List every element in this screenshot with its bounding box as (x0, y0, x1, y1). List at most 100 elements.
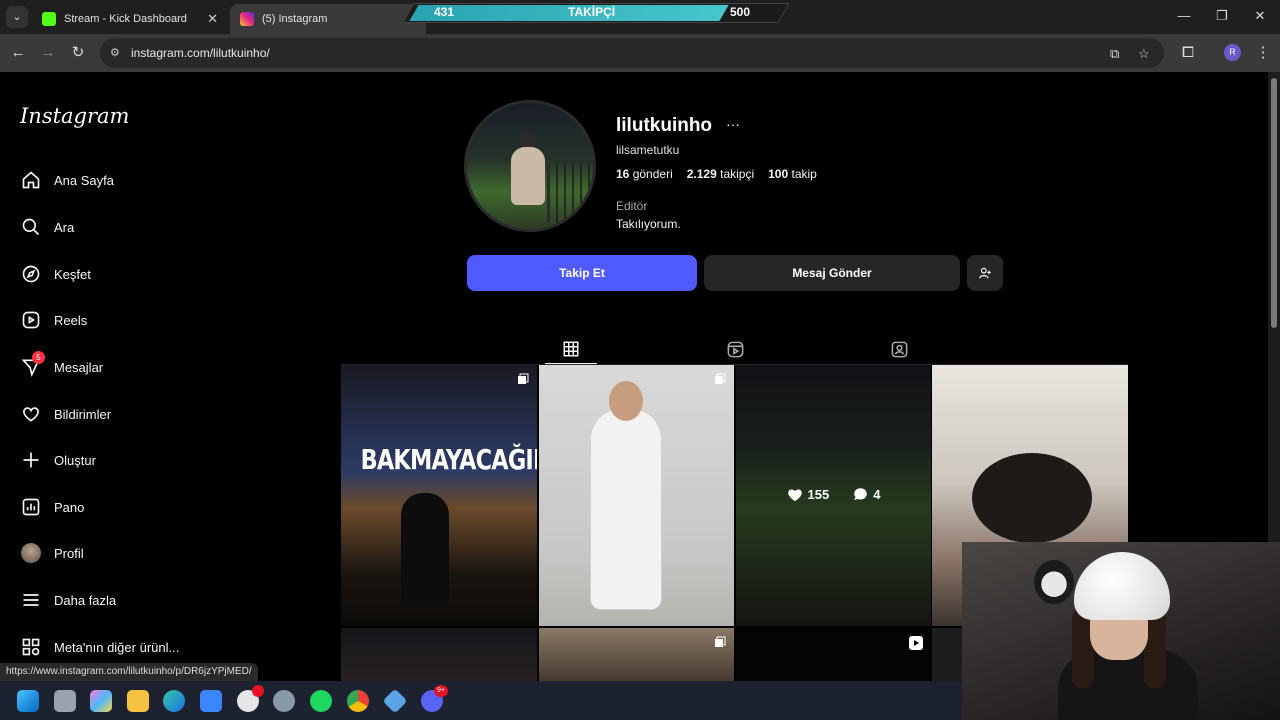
minimize-icon[interactable]: — (1174, 8, 1194, 23)
sidebar-item-label: Reels (54, 312, 88, 328)
sidebar-item-explore[interactable]: Keşfet (20, 261, 91, 287)
sidebar-item-create[interactable]: Oluştur (20, 447, 96, 473)
reload-icon[interactable]: ↻ (67, 42, 89, 64)
reel-play-icon (909, 636, 923, 650)
bookmark-star-icon[interactable]: ☆ (1138, 46, 1150, 62)
windows-taskbar: 9+ (0, 681, 962, 720)
tab-posts[interactable] (545, 334, 597, 364)
browser-profile-avatar[interactable]: R (1224, 44, 1241, 61)
address-bar[interactable]: ⚙ instagram.com/lilutkuinho/ ⧉ ☆ (100, 38, 1164, 68)
carousel-icon (715, 373, 726, 384)
post-hover-stats: 155 4 (736, 487, 931, 502)
grid-icon (563, 341, 579, 356)
instagram-favicon-icon (240, 12, 254, 26)
messenger-icon: 5 (20, 351, 45, 378)
post-caption: BAKMAYACAĞIM (360, 443, 537, 476)
grid-post[interactable] (736, 628, 931, 688)
grid-post[interactable] (539, 365, 734, 626)
install-app-icon[interactable]: ⧉ (1110, 46, 1119, 62)
sidebar-item-label: Mesajlar (54, 359, 104, 375)
sidebar-item-label: Daha fazla (54, 592, 117, 608)
tab-reels[interactable] (709, 334, 761, 364)
file-explorer-icon[interactable] (127, 690, 149, 712)
tab-instagram[interactable]: (5) Instagram (230, 4, 426, 34)
tab-kick-dashboard[interactable]: Stream - Kick Dashboard ✕ (32, 4, 228, 34)
carousel-icon (518, 373, 529, 384)
instagram-logo[interactable]: Instagram (20, 104, 129, 128)
following-stat[interactable]: 100 takip (768, 167, 817, 181)
store-icon[interactable] (200, 690, 222, 712)
kick-favicon-icon (42, 12, 56, 26)
messages-badge: 5 (32, 351, 45, 364)
tab-search-button[interactable]: ⌄ (6, 6, 28, 28)
tab-title: (5) Instagram (262, 13, 328, 25)
grid-post-hovered[interactable]: 155 4 (736, 365, 931, 626)
goal-label: TAKİPÇİ (568, 5, 616, 19)
suggest-people-button[interactable] (967, 255, 1003, 291)
follower-goal-overlay: 431 TAKİPÇİ 500 (402, 3, 790, 23)
tagged-icon (891, 341, 907, 357)
message-button[interactable]: Mesaj Gönder (704, 255, 960, 291)
tab-tagged[interactable] (873, 334, 925, 364)
scrollbar-thumb[interactable] (1271, 78, 1277, 328)
post-comments-count: 4 (873, 487, 881, 502)
app-icon[interactable] (382, 688, 408, 714)
sidebar-item-home[interactable]: Ana Sayfa (20, 167, 114, 193)
profile-stats: 16 gönderi 2.129 takipçi 100 takip (616, 167, 817, 181)
sidebar-item-label: Ana Sayfa (54, 172, 114, 188)
spotify-icon[interactable] (310, 690, 332, 712)
post-likes-count: 155 (807, 487, 830, 502)
posts-stat: 16 gönderi (616, 167, 673, 181)
browser-menu-icon[interactable]: ⋮ (1252, 42, 1274, 64)
compass-icon (20, 263, 42, 285)
sidebar-item-label: Bildirimler (54, 406, 112, 422)
grid-post[interactable]: BAKMAYACAĞIM (341, 365, 537, 626)
sidebar-item-reels[interactable]: Reels (20, 307, 87, 333)
link-status-url: https://www.instagram.com/lilutkuinho/p/… (0, 663, 258, 681)
edge-icon[interactable] (163, 690, 185, 712)
profile-avatar[interactable] (464, 100, 596, 232)
comment-bubble-icon (854, 488, 867, 501)
sidebar-item-label: Profil (54, 545, 84, 561)
task-view-icon[interactable] (54, 690, 76, 712)
sidebar-item-profile[interactable]: Profil (20, 540, 84, 566)
profile-bio: Takılıyorum. (616, 217, 681, 231)
sidebar-item-notifications[interactable]: Bildirimler (20, 401, 111, 427)
close-window-icon[interactable]: ✕ (1250, 8, 1270, 24)
goal-target: 500 (730, 5, 751, 19)
extensions-icon[interactable]: ⧠ (1177, 42, 1199, 64)
forward-icon[interactable]: → (37, 42, 59, 64)
sidebar-item-label: Ara (54, 219, 75, 235)
profile-category: Editör (616, 199, 648, 213)
plus-icon (20, 449, 42, 471)
discord-badge: 9+ (434, 685, 448, 697)
more-options-icon[interactable]: ··· (726, 116, 740, 132)
sidebar-item-meta-apps[interactable]: Meta'nın diğer ürünl... (20, 634, 179, 660)
grid-post[interactable] (341, 628, 537, 688)
carousel-icon (715, 636, 726, 647)
site-info-icon[interactable]: ⚙ (110, 46, 120, 59)
back-icon[interactable]: ← (7, 42, 29, 64)
followers-stat[interactable]: 2.129 takipçi (687, 167, 754, 181)
restore-icon[interactable]: ❐ (1212, 8, 1232, 24)
reels-tab-icon (727, 341, 743, 357)
close-tab-icon[interactable]: ✕ (207, 11, 218, 27)
sidebar-item-search[interactable]: Ara (20, 214, 74, 240)
start-icon[interactable] (17, 690, 39, 712)
browser-toolbar: ← → ↻ ⚙ instagram.com/lilutkuinho/ ⧉ ☆ ⧠… (0, 34, 1280, 72)
sidebar-item-dashboard[interactable]: Pano (20, 494, 84, 520)
meta-apps-icon (20, 636, 42, 658)
tab-title: Stream - Kick Dashboard (64, 13, 187, 25)
add-person-icon (979, 267, 991, 279)
follow-button[interactable]: Takip Et (467, 255, 697, 291)
sidebar-item-more[interactable]: Daha fazla (20, 587, 116, 613)
sidebar-item-label: Oluştur (54, 452, 96, 468)
chrome-icon[interactable] (347, 690, 369, 712)
sidebar-item-messages[interactable]: 5 Mesajlar (20, 351, 104, 380)
obs-recording-badge (252, 685, 264, 697)
settings-icon[interactable] (273, 690, 295, 712)
reels-icon (20, 309, 42, 331)
copilot-icon[interactable] (90, 690, 112, 712)
goal-current: 431 (434, 5, 455, 19)
grid-post[interactable] (539, 628, 734, 688)
